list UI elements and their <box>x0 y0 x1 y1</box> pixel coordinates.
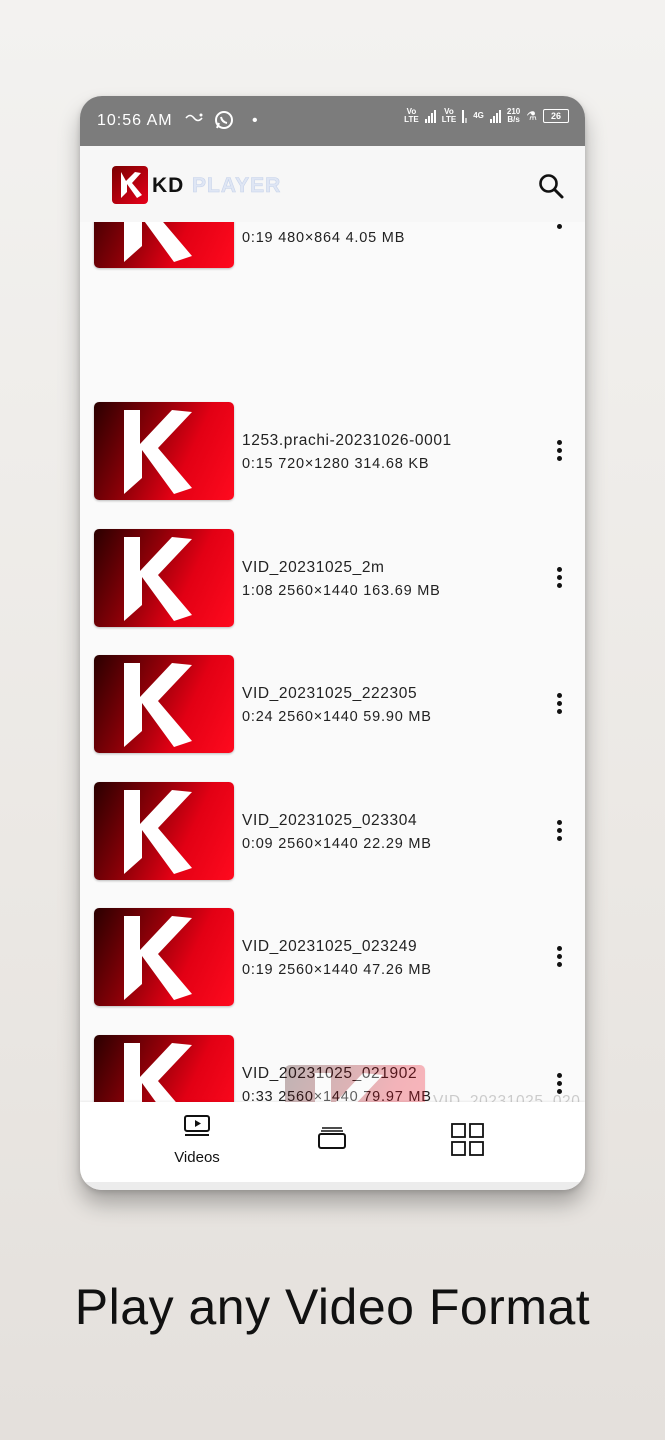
signal-icon <box>424 109 436 123</box>
video-resolution: 2560×1440 <box>278 583 359 599</box>
volte-icon: Vo LTE <box>404 107 419 124</box>
video-resolution: 720×1280 <box>278 456 350 472</box>
video-duration: 0:15 <box>242 456 274 472</box>
app-logo-text-player: PLAYER <box>192 174 282 198</box>
grid-icon <box>451 1123 484 1156</box>
video-thumbnail[interactable] <box>94 782 234 880</box>
status-right-group: Vo LTE Vo LTE 4G 210 B/s ⚗ 26 <box>404 108 569 124</box>
status-bar: 10:56 AM • Vo LTE Vo LTE 4G 210 B/s ⚗ 26 <box>80 96 585 146</box>
video-title: VID_20231025_2m <box>242 559 385 576</box>
video-meta: 0:19 480×864 4.05 MB <box>242 230 405 246</box>
system-nav-strip <box>80 1182 585 1190</box>
network-type: 4G <box>473 111 484 120</box>
video-meta: 0:15 720×1280 314.68 KB <box>242 456 429 472</box>
video-size: 22.29 MB <box>363 836 432 852</box>
video-size: 314.68 KB <box>354 456 430 472</box>
more-options-button[interactable] <box>552 820 566 846</box>
dragged-video-preview: VID_20231025_020 <box>285 1065 585 1105</box>
status-time: 10:56 AM <box>97 112 173 129</box>
video-duration: 0:19 <box>242 230 274 246</box>
folder-icon <box>318 1127 346 1149</box>
video-row[interactable]: 1253.prachi-20231026-0001 0:15 720×1280 … <box>80 402 585 528</box>
video-resolution: 2560×1440 <box>278 836 359 852</box>
phone-screen: 10:56 AM • Vo LTE Vo LTE 4G 210 B/s ⚗ 26 KD… <box>80 96 585 1190</box>
network-speed: 210 B/s <box>507 108 520 124</box>
lab-icon: ⚗ <box>526 109 537 123</box>
video-resolution: 2560×1440 <box>278 709 359 725</box>
video-thumbnail[interactable] <box>94 222 234 268</box>
search-icon <box>539 174 564 199</box>
video-list[interactable]: 0:19 480×864 4.05 MB 1253.prachi-2023102… <box>80 222 585 1102</box>
video-title: 1253.prachi-20231026-0001 <box>242 432 452 449</box>
promo-tagline: Play any Video Format <box>74 1279 591 1335</box>
video-title: VID_20231025_222305 <box>242 685 418 702</box>
more-options-button[interactable] <box>552 567 566 593</box>
video-size: 47.26 MB <box>363 962 432 978</box>
bottom-navigation: Videos <box>80 1102 585 1182</box>
app-logo-text-kd: KD <box>152 174 185 197</box>
video-thumbnail[interactable] <box>94 908 234 1006</box>
nav-videos[interactable]: Videos <box>164 1114 230 1166</box>
video-row[interactable]: 0:19 480×864 4.05 MB <box>80 222 585 296</box>
video-title: VID_20231025_023249 <box>242 938 418 955</box>
notification-icon <box>184 111 204 128</box>
more-options-button[interactable] <box>552 946 566 972</box>
video-resolution: 2560×1440 <box>278 962 359 978</box>
video-size: 163.69 MB <box>363 583 441 599</box>
video-size: 4.05 MB <box>345 230 406 246</box>
video-meta: 0:19 2560×1440 47.26 MB <box>242 962 432 978</box>
video-resolution: 480×864 <box>278 230 341 246</box>
video-meta: 1:08 2560×1440 163.69 MB <box>242 583 441 599</box>
video-duration: 0:24 <box>242 709 274 725</box>
nav-more[interactable] <box>448 1122 488 1163</box>
video-play-icon <box>184 1115 210 1136</box>
video-duration: 0:33 <box>242 1089 274 1102</box>
video-thumbnail-ghost <box>285 1065 425 1105</box>
video-duration: 1:08 <box>242 583 274 599</box>
video-thumbnail[interactable] <box>94 402 234 500</box>
video-row[interactable]: VID_20231025_222305 0:24 2560×1440 59.90… <box>80 655 585 781</box>
dot-icon: • <box>252 112 258 129</box>
app-bar: KD PLAYER <box>80 146 585 222</box>
video-title: VID_20231025_023304 <box>242 812 418 829</box>
video-size: 59.90 MB <box>363 709 432 725</box>
more-options-button[interactable] <box>552 440 566 466</box>
video-row[interactable]: VID_20231025_2m 1:08 2560×1440 163.69 MB <box>80 529 585 655</box>
whatsapp-icon <box>214 110 234 133</box>
nav-folders[interactable] <box>316 1124 348 1155</box>
network-speed-unit: B/s <box>507 115 520 124</box>
video-thumbnail[interactable] <box>94 1035 234 1102</box>
search-button[interactable] <box>537 172 565 200</box>
more-options-button[interactable] <box>552 693 566 719</box>
signal-icon-2 <box>462 109 468 123</box>
video-duration: 0:09 <box>242 836 274 852</box>
volte-icon-2: Vo LTE <box>441 107 457 124</box>
signal-icon-3 <box>489 109 501 123</box>
video-row[interactable]: VID_20231025_023249 0:19 2560×1440 47.26… <box>80 908 585 1034</box>
app-logo-icon <box>112 166 148 204</box>
battery-icon: 26 <box>543 109 569 123</box>
video-meta: 0:09 2560×1440 22.29 MB <box>242 836 432 852</box>
video-row[interactable]: VID_20231025_023304 0:09 2560×1440 22.29… <box>80 782 585 908</box>
video-thumbnail[interactable] <box>94 529 234 627</box>
more-options-button[interactable] <box>552 222 566 234</box>
nav-videos-label: Videos <box>174 1149 220 1166</box>
video-duration: 0:19 <box>242 962 274 978</box>
video-thumbnail[interactable] <box>94 655 234 753</box>
video-meta: 0:24 2560×1440 59.90 MB <box>242 709 432 725</box>
